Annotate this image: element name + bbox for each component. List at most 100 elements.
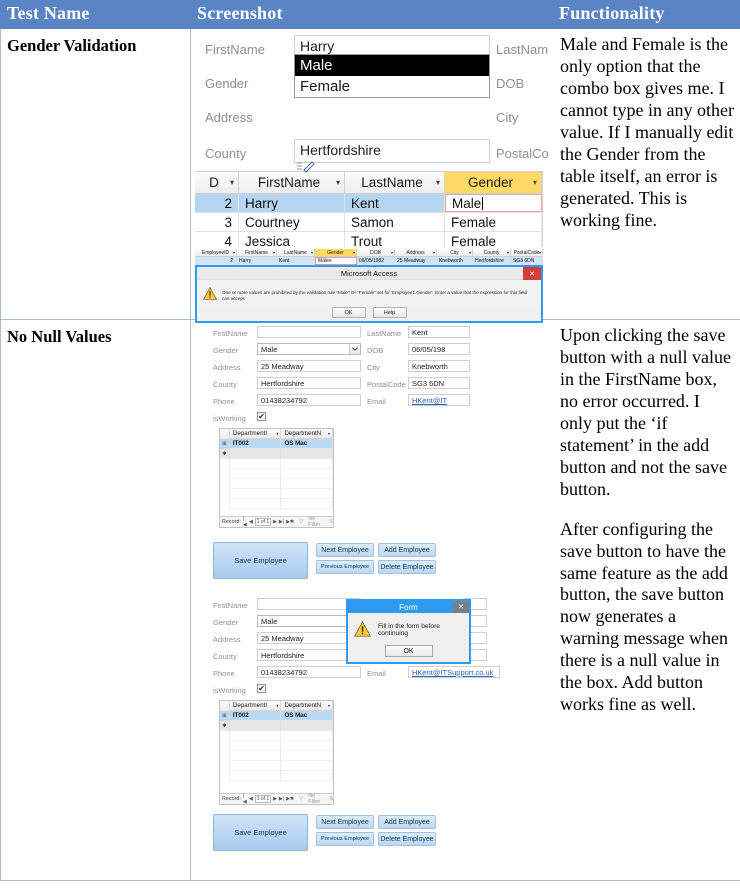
subform-cell-empty[interactable] bbox=[281, 449, 333, 459]
datasheet-cell-gender[interactable]: Female bbox=[445, 232, 542, 247]
department-subform-first[interactable]: DepartmentI ▾ DepartmentN ▾ ⊞ IT002 OS Mac… bbox=[219, 428, 334, 528]
checkbox-isworking[interactable]: ✔ bbox=[257, 684, 266, 693]
chevron-down-icon[interactable]: ▾ bbox=[433, 250, 435, 255]
subform-cell-empty[interactable] bbox=[229, 449, 282, 459]
close-icon[interactable]: ✕ bbox=[453, 601, 469, 613]
input-dob[interactable]: 06/05/198 bbox=[408, 343, 470, 355]
mini-datasheet-row[interactable]: 2 Harry Kent Malee 06/05/1982 25 Meadway… bbox=[195, 257, 543, 265]
subform-new-row[interactable]: ✱ bbox=[220, 449, 333, 459]
datasheet-cell-lastname[interactable]: Trout bbox=[345, 232, 445, 247]
mini-cell-dob[interactable]: 06/05/1982 bbox=[357, 257, 395, 265]
mini-col-firstname[interactable]: FirstName ▾ bbox=[237, 249, 277, 257]
new-record-icon[interactable]: ▶✱ bbox=[286, 796, 294, 802]
nav-position[interactable]: 1 of 1 bbox=[254, 795, 272, 803]
input-firstname[interactable] bbox=[257, 326, 361, 338]
datasheet-col-lastname[interactable]: LastName ▾ bbox=[345, 171, 445, 194]
expand-icon[interactable]: ⊞ bbox=[220, 711, 230, 721]
last-record-icon[interactable]: ▶| bbox=[279, 519, 284, 525]
subform-cell-departmentname[interactable]: OS Mac bbox=[281, 439, 333, 449]
filter-icon[interactable]: ▽ bbox=[299, 796, 303, 802]
chevron-down-icon[interactable]: ▾ bbox=[276, 431, 278, 436]
mini-cell-address[interactable]: 25 Meadway bbox=[395, 257, 437, 265]
save-employee-button[interactable]: Save Employee bbox=[213, 542, 308, 579]
ok-button[interactable]: OK bbox=[384, 645, 433, 657]
nav-position[interactable]: 1 of 1 bbox=[254, 518, 272, 526]
chevron-down-icon[interactable]: ▾ bbox=[230, 178, 234, 187]
combo-option-female[interactable]: Female bbox=[295, 76, 489, 97]
filter-icon[interactable]: ▽ bbox=[299, 519, 303, 525]
datasheet-row[interactable]: 2 Harry Kent Male bbox=[195, 194, 542, 213]
subform-col-departmentname[interactable]: DepartmentN ▾ bbox=[281, 701, 333, 711]
mini-col-gender[interactable]: Gender ▾ bbox=[315, 249, 357, 257]
subform-navigation-bar[interactable]: Record: |◀ ◀ 1 of 1 ▶ ▶| ▶✱ ▽ No Filter … bbox=[220, 516, 333, 527]
save-employee-button[interactable]: Save Employee bbox=[213, 814, 308, 851]
new-record-icon[interactable]: ▶✱ bbox=[286, 519, 294, 525]
subform-cell-departmentid[interactable]: IT002 bbox=[229, 439, 282, 449]
datasheet-row[interactable]: 4 Jessica Trout Female bbox=[195, 232, 542, 247]
datasheet-cell-lastname[interactable]: Samon bbox=[345, 213, 445, 231]
mini-col-lastname[interactable]: LastName ▾ bbox=[277, 249, 315, 257]
datasheet-col-firstname[interactable]: FirstName ▾ bbox=[239, 171, 345, 194]
chevron-down-icon[interactable]: ▾ bbox=[328, 431, 330, 436]
chevron-down-icon[interactable]: ▾ bbox=[353, 250, 355, 255]
department-subform-second[interactable]: DepartmentI ▾ DepartmentN ▾ ⊞ IT002 OS Mac… bbox=[219, 700, 334, 805]
ok-button[interactable]: OK bbox=[331, 307, 366, 318]
help-button[interactable]: Help bbox=[372, 307, 407, 318]
mini-col-employeeid[interactable]: EmployeeID ▾ bbox=[195, 249, 237, 257]
chevron-down-icon[interactable]: ▾ bbox=[436, 178, 440, 187]
datasheet-row[interactable]: 3 Courtney Samon Female bbox=[195, 213, 542, 232]
mini-col-address[interactable]: Address ▾ bbox=[395, 249, 437, 257]
mini-cell-gender[interactable]: Malee bbox=[315, 257, 357, 265]
combo-option-male[interactable]: Male bbox=[295, 55, 489, 76]
mini-col-city[interactable]: City ▾ bbox=[437, 249, 473, 257]
mini-cell-lastname[interactable]: Kent bbox=[277, 257, 315, 265]
chevron-down-icon[interactable] bbox=[349, 344, 360, 354]
chevron-down-icon[interactable]: ▾ bbox=[276, 703, 278, 708]
subform-col-departmentname[interactable]: DepartmentN ▾ bbox=[281, 429, 333, 439]
first-record-icon[interactable]: |◀ bbox=[243, 793, 247, 804]
input-county[interactable]: Hertfordshire bbox=[294, 139, 490, 163]
checkbox-isworking[interactable]: ✔ bbox=[257, 412, 266, 421]
close-icon[interactable]: ✕ bbox=[523, 267, 541, 280]
chevron-down-icon[interactable]: ▾ bbox=[328, 703, 330, 708]
next-record-icon[interactable]: ▶ bbox=[273, 519, 277, 525]
datasheet-col-gender[interactable]: Gender ▾ bbox=[445, 171, 542, 194]
datasheet-cell-id[interactable]: 3 bbox=[195, 213, 239, 231]
subform-cell-departmentname[interactable]: OS Mac bbox=[281, 711, 333, 721]
datasheet-cell-lastname[interactable]: Kent bbox=[345, 194, 445, 212]
add-employee-button[interactable]: Add Employee bbox=[378, 815, 436, 829]
previous-employee-button[interactable]: Previous Employee bbox=[316, 560, 374, 574]
subform-cell-empty[interactable] bbox=[229, 721, 282, 731]
datasheet-col-id[interactable]: D ▾ bbox=[195, 171, 239, 194]
access-mini-datasheet[interactable]: EmployeeID ▾ FirstName ▾ LastName ▾ Gender ▾… bbox=[195, 249, 543, 265]
subform-navigation-bar[interactable]: Record: |◀ ◀ 1 of 1 ▶ ▶| ▶✱ ▽ No Filter … bbox=[220, 793, 333, 804]
access-datasheet[interactable]: D ▾ FirstName ▾ LastName ▾ Gender ▾ 2 Ha… bbox=[195, 171, 543, 247]
mini-cell-firstname[interactable]: Harry bbox=[237, 257, 277, 265]
chevron-down-icon[interactable]: ▾ bbox=[233, 250, 235, 255]
mini-col-postalcode[interactable]: PostalCode ▾ bbox=[511, 249, 543, 257]
input-county[interactable]: Hertfordshire bbox=[257, 377, 361, 389]
datasheet-cell-firstname[interactable]: Courtney bbox=[239, 213, 345, 231]
datasheet-cell-gender[interactable]: Female bbox=[445, 213, 542, 231]
chevron-down-icon[interactable]: ▾ bbox=[311, 250, 313, 255]
subform-cell-empty[interactable] bbox=[281, 721, 333, 731]
input-email[interactable]: HKent@ITSupport.co.uk bbox=[408, 666, 500, 678]
next-employee-button[interactable]: Next Employee bbox=[316, 815, 374, 829]
datasheet-cell-id[interactable]: 4 bbox=[195, 232, 239, 247]
new-record-icon[interactable]: ✱ bbox=[220, 721, 230, 731]
input-phone[interactable]: 01438234792 bbox=[257, 394, 361, 406]
previous-employee-button[interactable]: Previous Employee bbox=[316, 832, 374, 846]
datasheet-cell-id[interactable]: 2 bbox=[195, 194, 239, 212]
first-record-icon[interactable]: |◀ bbox=[243, 516, 247, 527]
chevron-down-icon[interactable]: ▾ bbox=[273, 250, 275, 255]
last-record-icon[interactable]: ▶| bbox=[279, 796, 284, 802]
next-employee-button[interactable]: Next Employee bbox=[316, 543, 374, 557]
combo-gender[interactable]: Male bbox=[257, 343, 361, 355]
input-lastname[interactable]: Kent bbox=[408, 326, 470, 338]
mini-col-dob[interactable]: DOB ▾ bbox=[357, 249, 395, 257]
subform-row[interactable]: ⊞ IT002 OS Mac bbox=[220, 711, 333, 721]
chevron-down-icon[interactable]: ▾ bbox=[469, 250, 471, 255]
mini-cell-city[interactable]: Knebworth bbox=[437, 257, 473, 265]
mini-cell-county[interactable]: Hertfordshire bbox=[473, 257, 511, 265]
datasheet-cell-firstname[interactable]: Jessica bbox=[239, 232, 345, 247]
